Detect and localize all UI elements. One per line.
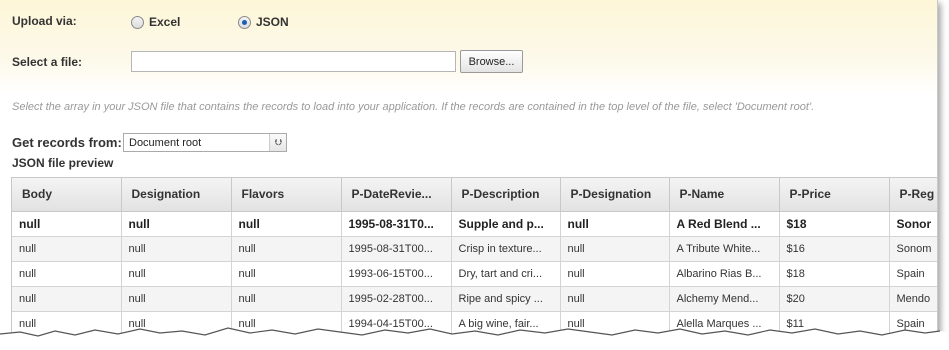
table-cell: Spain <box>889 261 937 287</box>
file-path-input[interactable] <box>131 51 456 72</box>
preview-table: Body Designation Flavors P-DateRevie... … <box>11 177 937 342</box>
table-cell: Crisp in texture... <box>451 236 561 262</box>
records-from-label: Get records from: <box>12 135 122 150</box>
table-cell: A Tribute White... <box>669 236 780 262</box>
table-row[interactable]: null null null 1995-02-28T00... Ripe and… <box>12 286 937 312</box>
import-panel: Upload via: Excel JSON Select a file: Br… <box>0 0 938 342</box>
table-header-row: Body Designation Flavors P-DateRevie... … <box>12 178 937 212</box>
table-cell: Mendo <box>889 286 937 312</box>
column-header[interactable]: P-Name <box>669 178 780 212</box>
table-cell: null <box>12 236 122 262</box>
table-cell: null <box>231 286 342 312</box>
table-cell: null <box>231 211 342 237</box>
torn-edge <box>0 327 949 350</box>
table-cell: null <box>231 236 342 262</box>
table-cell: Sonor <box>889 211 937 237</box>
browse-button[interactable]: Browse... <box>460 50 523 73</box>
table-cell: null <box>560 211 670 237</box>
table-cell: null <box>121 286 232 312</box>
table-cell: A Red Blend ... <box>669 211 780 237</box>
table-cell: null <box>560 261 670 287</box>
table-cell: $18 <box>779 211 890 237</box>
table-cell: $16 <box>779 236 890 262</box>
chevron-down-icon[interactable]: ⮋ <box>269 134 286 151</box>
table-cell: null <box>231 261 342 287</box>
table-cell: null <box>121 261 232 287</box>
column-header[interactable]: P-Reg <box>889 178 937 212</box>
table-cell: Albarino Rias B... <box>669 261 780 287</box>
table-row[interactable]: null null null 1995-08-31T00... Crisp in… <box>12 236 937 262</box>
column-header[interactable]: P-Description <box>451 178 561 212</box>
radio-json-label[interactable]: JSON <box>256 15 289 29</box>
column-header[interactable]: Designation <box>121 178 232 212</box>
table-cell: null <box>12 211 122 237</box>
column-header[interactable]: Flavors <box>231 178 342 212</box>
radio-json[interactable]: JSON <box>238 15 289 29</box>
table-cell: null <box>12 286 122 312</box>
records-root-select[interactable]: Document root ⮋ <box>123 133 287 152</box>
table-cell: null <box>121 236 232 262</box>
table-cell: null <box>560 286 670 312</box>
table-cell: Alchemy Mend... <box>669 286 780 312</box>
table-cell: $18 <box>779 261 890 287</box>
radio-json-circle[interactable] <box>238 15 251 29</box>
table-cell: Dry, tart and cri... <box>451 261 561 287</box>
records-root-value: Document root <box>129 136 202 149</box>
table-cell: Ripe and spicy ... <box>451 286 561 312</box>
column-header[interactable]: P-Designation <box>560 178 670 212</box>
select-file-label: Select a file: <box>12 55 83 69</box>
table-row[interactable]: null null null 1995-08-31T0... Supple an… <box>12 211 937 237</box>
column-header[interactable]: P-DateRevie... <box>341 178 452 212</box>
table-cell: 1993-06-15T00... <box>341 261 452 287</box>
preview-title: JSON file preview <box>12 156 114 170</box>
column-header[interactable]: P-Price <box>779 178 890 212</box>
radio-excel[interactable]: Excel <box>131 15 180 29</box>
upload-via-label: Upload via: <box>12 14 77 28</box>
table-cell: null <box>560 236 670 262</box>
table-cell: null <box>121 211 232 237</box>
json-array-hint: Select the array in your JSON file that … <box>12 101 815 113</box>
table-cell: Supple and p... <box>451 211 561 237</box>
table-cell: 1995-02-28T00... <box>341 286 452 312</box>
table-row[interactable]: null null null 1993-06-15T00... Dry, tar… <box>12 261 937 287</box>
column-header[interactable]: Body <box>12 178 122 212</box>
table-cell: 1995-08-31T0... <box>341 211 452 237</box>
table-cell: $20 <box>779 286 890 312</box>
table-cell: 1995-08-31T00... <box>341 236 452 262</box>
radio-excel-label[interactable]: Excel <box>149 15 180 29</box>
table-cell: null <box>12 261 122 287</box>
table-cell: Sonom <box>889 236 937 262</box>
radio-excel-circle[interactable] <box>131 15 144 29</box>
